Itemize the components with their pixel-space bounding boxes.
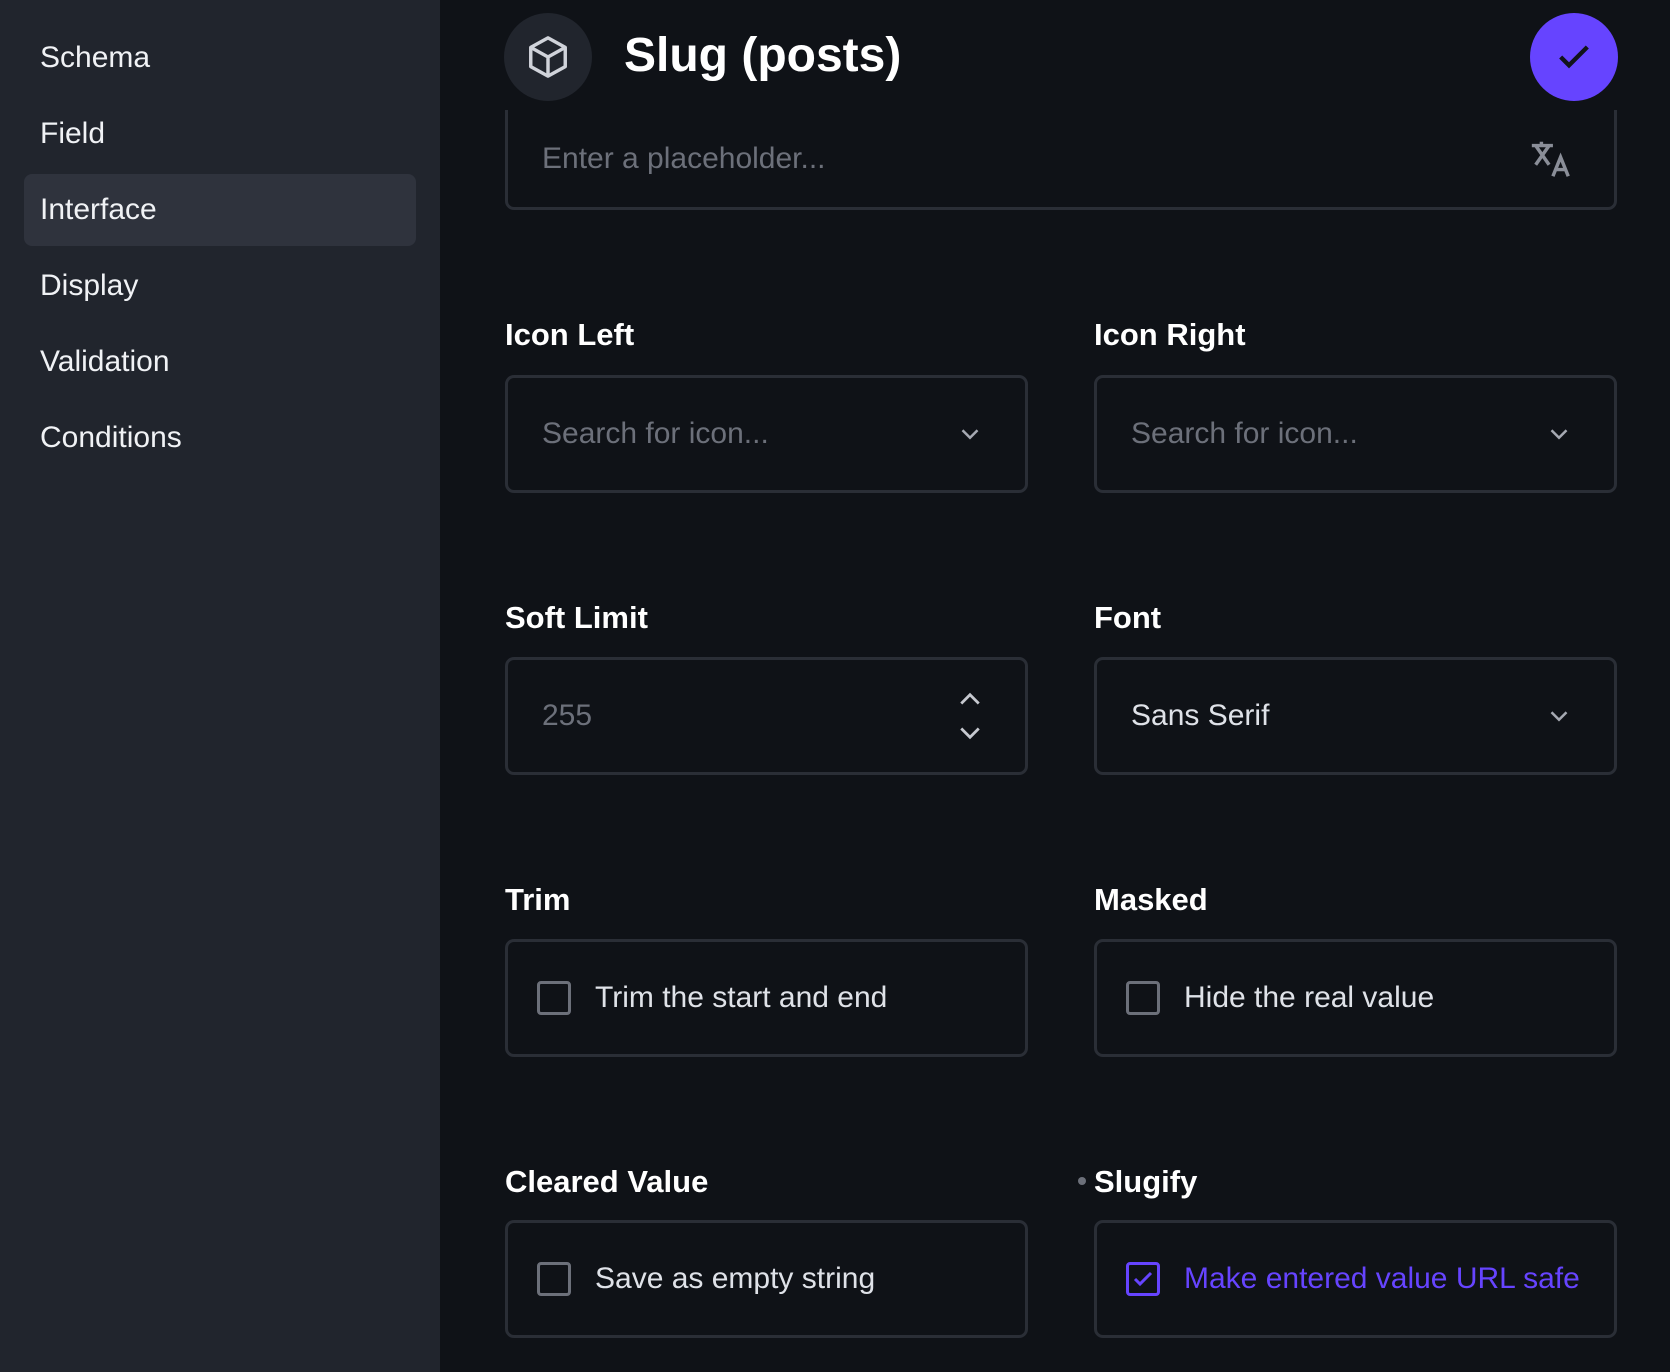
cleared-value-label: Cleared Value xyxy=(505,1164,709,1199)
slugify-option: Make entered value URL safe xyxy=(1184,1262,1580,1295)
cleared-value-option: Save as empty string xyxy=(595,1262,876,1295)
chevron-down-icon xyxy=(1544,701,1574,731)
sidebar-item-conditions[interactable]: Conditions xyxy=(24,402,416,474)
checkbox-icon xyxy=(1126,981,1160,1015)
trim-label: Trim xyxy=(505,882,571,917)
font-label: Font xyxy=(1094,600,1162,635)
placeholder-text: Enter a placeholder... xyxy=(542,141,826,175)
checkbox-icon xyxy=(537,1262,571,1296)
cube-icon xyxy=(504,13,592,101)
icon-right-select[interactable]: Search for icon... xyxy=(1094,375,1617,493)
sidebar-item-interface[interactable]: Interface xyxy=(24,174,416,246)
icon-left-label: Icon Left xyxy=(505,317,635,352)
sidebar-item-field[interactable]: Field xyxy=(24,98,416,170)
font-select[interactable]: Sans Serif xyxy=(1094,657,1617,775)
masked-label: Masked xyxy=(1094,882,1208,917)
translate-icon[interactable] xyxy=(1528,136,1574,182)
slugify-checkbox[interactable]: Make entered value URL safe xyxy=(1094,1220,1617,1338)
trim-option: Trim the start and end xyxy=(595,981,888,1014)
trim-checkbox[interactable]: Trim the start and end xyxy=(505,939,1028,1057)
masked-checkbox[interactable]: Hide the real value xyxy=(1094,939,1617,1057)
chevron-down-icon xyxy=(955,419,985,449)
checkbox-checked-icon xyxy=(1126,1262,1160,1296)
font-value: Sans Serif xyxy=(1131,699,1270,732)
slugify-label: Slugify xyxy=(1094,1164,1198,1199)
stepper-icon[interactable] xyxy=(955,688,985,744)
cleared-value-checkbox[interactable]: Save as empty string xyxy=(505,1220,1028,1338)
soft-limit-placeholder: 255 xyxy=(542,699,593,732)
masked-option: Hide the real value xyxy=(1184,981,1435,1014)
icon-left-select[interactable]: Search for icon... xyxy=(505,375,1028,493)
checkbox-icon xyxy=(537,981,571,1015)
sidebar-item-validation[interactable]: Validation xyxy=(24,326,416,398)
chevron-down-icon xyxy=(1544,419,1574,449)
icon-right-label: Icon Right xyxy=(1094,317,1246,352)
icon-left-placeholder: Search for icon... xyxy=(542,417,769,450)
page-title: Slug (posts) xyxy=(624,29,902,82)
sidebar: Schema Field Interface Display Validatio… xyxy=(0,0,440,1372)
save-button[interactable] xyxy=(1530,13,1618,101)
icon-right-placeholder: Search for icon... xyxy=(1131,417,1358,450)
edited-dot xyxy=(1078,1177,1086,1185)
placeholder-input[interactable]: Enter a placeholder... xyxy=(505,110,1617,210)
soft-limit-input[interactable]: 255 xyxy=(505,657,1028,775)
sidebar-item-display[interactable]: Display xyxy=(24,250,416,322)
sidebar-item-schema[interactable]: Schema xyxy=(24,22,416,94)
check-icon xyxy=(1559,45,1589,69)
soft-limit-label: Soft Limit xyxy=(505,600,648,635)
